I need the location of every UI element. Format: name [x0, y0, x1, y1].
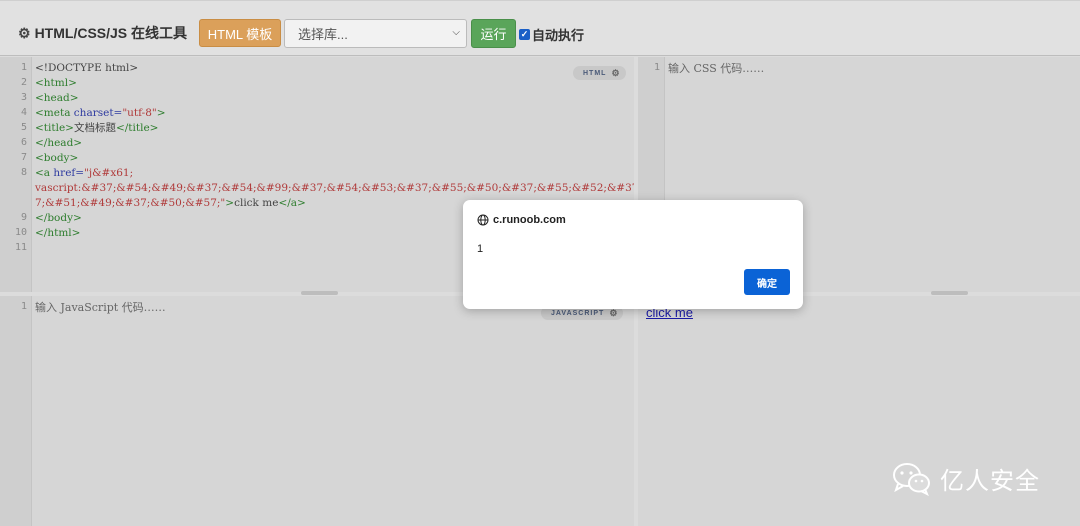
auto-run-toggle[interactable]: ✓ 自动执行 [519, 25, 584, 44]
css-placeholder: 输入 CSS 代码…… [668, 62, 765, 75]
ok-button[interactable]: 确定 [744, 269, 790, 295]
alert-dialog: c.runoob.com 1 确定 [463, 200, 803, 309]
chevron-down-icon: ⌵ [452, 27, 460, 38]
code-line: <!DOCTYPE html> [35, 62, 139, 74]
code-line: <meta charset="utf-8"> [35, 107, 166, 119]
code-line: </html> [35, 227, 81, 239]
line-number: 1 [653, 62, 660, 73]
line-gutter: 1 [0, 296, 32, 526]
line-number: 7 [20, 152, 27, 163]
code-line: <head> [35, 92, 79, 104]
watermark: 亿人安全 [892, 461, 1040, 496]
code-line: <body> [35, 152, 79, 164]
code-line: 7;&#51;&#49;&#37;&#50;&#57;">click me</a… [35, 197, 306, 209]
watermark-text: 亿人安全 [940, 467, 1040, 495]
dialog-origin-text: c.runoob.com [493, 214, 566, 226]
auto-run-checkbox[interactable]: ✓ [519, 29, 530, 40]
cog-icon[interactable]: ⚙ [609, 308, 618, 319]
gears-icon: ⚙ [18, 24, 31, 41]
globe-icon [477, 214, 489, 226]
library-select[interactable]: 选择库... ⌵ [284, 19, 467, 48]
line-number: 9 [20, 212, 27, 223]
line-number: 3 [20, 92, 27, 103]
code-line: <a href="j&#x61; [35, 167, 134, 179]
line-number: 1 [20, 301, 27, 312]
app-title: ⚙ HTML/CSS/JS 在线工具 [18, 23, 187, 43]
line-number: 8 [20, 167, 27, 178]
dialog-message: 1 [477, 243, 484, 255]
html-badge: HTML ⚙ [573, 66, 626, 80]
auto-run-label: 自动执行 [532, 28, 585, 43]
js-editor[interactable]: 1 输入 JavaScript 代码…… JAVASCRIPT ⚙ [0, 296, 634, 526]
cog-icon[interactable]: ⚙ [611, 68, 620, 79]
code-line: </head> [35, 137, 83, 149]
line-gutter: 1 2 3 4 5 6 7 8 10 9 11 [0, 57, 32, 292]
line-number: 1 [20, 62, 27, 73]
dialog-origin: c.runoob.com [477, 214, 566, 226]
library-select-value: 选择库... [298, 27, 348, 42]
line-number: 6 [20, 137, 27, 148]
html-template-button[interactable]: HTML 模板 [199, 19, 281, 47]
code-line: </body> [35, 212, 82, 224]
javascript-badge-label: JAVASCRIPT [551, 309, 605, 317]
line-number: 2 [20, 77, 27, 88]
code-line: <html> [35, 77, 77, 89]
wechat-icon [893, 462, 930, 496]
line-number: 10 [14, 227, 27, 238]
line-number: 5 [20, 122, 27, 133]
code-line: <title>文档标题</title> [35, 122, 159, 134]
js-placeholder: 输入 JavaScript 代码…… [35, 301, 166, 314]
code-line: vascript:&#37;&#54;&#49;&#37;&#54;&#99;&… [35, 182, 634, 194]
toolbar: ⚙ HTML/CSS/JS 在线工具 HTML 模板 选择库... ⌵ 运行 ✓… [0, 0, 1080, 56]
resize-handle[interactable] [301, 291, 338, 295]
line-number: 4 [20, 107, 27, 118]
run-button[interactable]: 运行 [471, 19, 516, 48]
html-badge-label: HTML [583, 69, 607, 77]
resize-handle[interactable] [931, 291, 968, 295]
app-title-text: HTML/CSS/JS 在线工具 [34, 25, 188, 41]
line-number: 11 [14, 242, 27, 253]
